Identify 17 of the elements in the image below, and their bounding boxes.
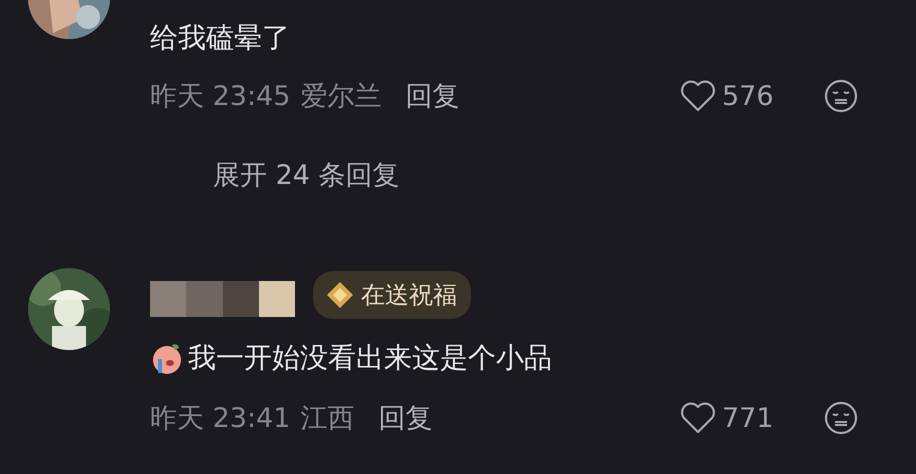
comment-text: 我一开始没看出来这是个小品 xyxy=(150,338,916,378)
comment-time: 昨天 23:45 xyxy=(150,80,290,114)
comment-location: 江西 xyxy=(300,402,354,436)
reply-button[interactable]: 回复 xyxy=(378,400,432,436)
reply-button[interactable]: 回复 xyxy=(405,78,460,114)
like-count: 576 xyxy=(722,80,774,112)
neutral-face-icon[interactable] xyxy=(824,79,858,113)
blessing-badge[interactable]: 在送祝福 xyxy=(313,271,471,319)
heart-icon[interactable] xyxy=(680,402,716,434)
expand-replies-button[interactable]: 展开 24 条回复 xyxy=(213,156,400,196)
neutral-face-icon[interactable] xyxy=(824,401,858,435)
comment-time: 昨天 23:41 xyxy=(150,402,290,436)
comment-text: 给我磕晕了 xyxy=(150,20,291,56)
comment-location: 爱尔兰 xyxy=(300,80,382,114)
diamond-icon xyxy=(325,280,355,310)
heart-icon[interactable] xyxy=(680,80,716,112)
like-count: 771 xyxy=(722,402,774,434)
